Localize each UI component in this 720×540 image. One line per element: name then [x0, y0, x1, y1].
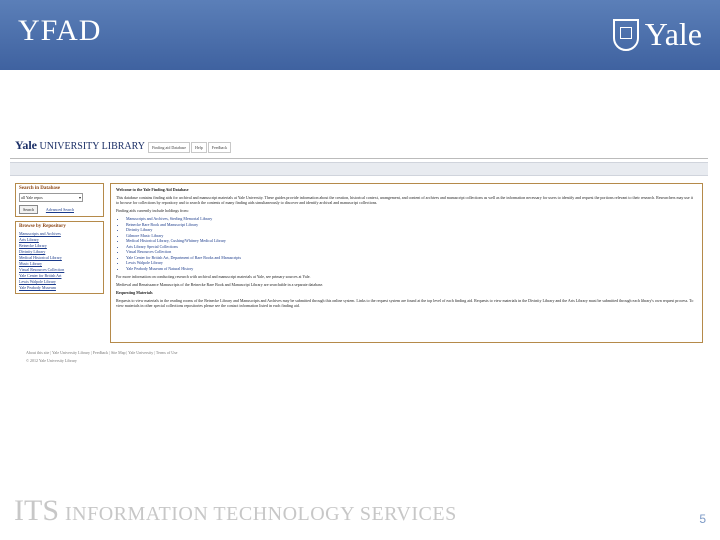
search-actions: Search Advanced Search — [19, 205, 100, 214]
website-screenshot: Yale UNIVERSITY LIBRARY Finding aid Data… — [10, 128, 708, 376]
tab-feedback[interactable]: Feedback — [207, 142, 232, 153]
yale-shield-icon — [612, 18, 639, 51]
yale-wordmark: Yale — [644, 16, 702, 52]
its-logo: ITS — [14, 494, 59, 527]
left-sidebar: Search in Database all Yale repos ▾ Sear… — [15, 183, 104, 298]
slide-number: 5 — [699, 512, 706, 526]
site-header: Yale UNIVERSITY LIBRARY Finding aid Data… — [10, 128, 708, 158]
logo-rest: UNIVERSITY LIBRARY — [39, 141, 145, 152]
logo-yale: Yale — [15, 138, 37, 152]
main-content: Welcome to the Yale Finding Aid Database… — [110, 183, 703, 343]
its-wordmark: INFORMATION TECHNOLOGY SERVICES — [65, 503, 457, 525]
site-tabs: Finding aid Database Help Feedback — [148, 142, 232, 153]
browse-panel: Browse by Repository Manuscripts and Arc… — [15, 221, 104, 294]
tab-finding-aid-database[interactable]: Finding aid Database — [148, 142, 190, 153]
header-divider — [10, 158, 708, 159]
nav-stripe — [10, 162, 708, 176]
more-info-text: For more information on conducting resea… — [116, 274, 311, 279]
repository-select-value: all Yale repos — [21, 195, 43, 200]
tab-help[interactable]: Help — [191, 142, 207, 153]
site-footer-links[interactable]: About this site | Yale University Librar… — [26, 350, 177, 355]
yale-logo: Yale — [612, 16, 702, 53]
advanced-search-link[interactable]: Advanced Search — [46, 207, 74, 212]
requesting-text: Requests to view materials in the readin… — [116, 298, 694, 308]
yale-university-library-logo[interactable]: Yale UNIVERSITY LIBRARY — [15, 138, 145, 153]
medieval-text: Medieval and Renaissance Manuscripts of … — [116, 282, 324, 287]
slide-title: YFAD — [18, 14, 102, 47]
repository-select[interactable]: all Yale repos ▾ — [19, 193, 83, 202]
welcome-heading: Welcome to the Yale Finding Aid Database — [116, 187, 189, 192]
browse-panel-heading: Browse by Repository — [19, 224, 66, 229]
requesting-heading: Requesting Materials — [116, 290, 153, 295]
repository-list-item[interactable]: Yale Peabody Museum of Natural History — [126, 266, 697, 272]
chevron-down-icon: ▾ — [78, 195, 81, 200]
slide-banner: YFAD Yale — [0, 0, 720, 70]
intro-paragraph: This database contains finding aids for … — [116, 195, 693, 205]
search-button[interactable]: Search — [19, 205, 38, 214]
site-copyright: © 2012 Yale University Library — [26, 358, 77, 363]
search-panel-heading: Search in Database — [19, 186, 61, 191]
repository-list: Manuscripts and Archives, Sterling Memor… — [116, 216, 697, 271]
search-panel: Search in Database all Yale repos ▾ Sear… — [15, 183, 104, 217]
its-footer: ITS INFORMATION TECHNOLOGY SERVICES — [14, 494, 457, 528]
holdings-heading: Finding aids currently include holdings … — [116, 208, 189, 213]
browse-link[interactable]: Yale Peabody Museum — [19, 285, 100, 291]
